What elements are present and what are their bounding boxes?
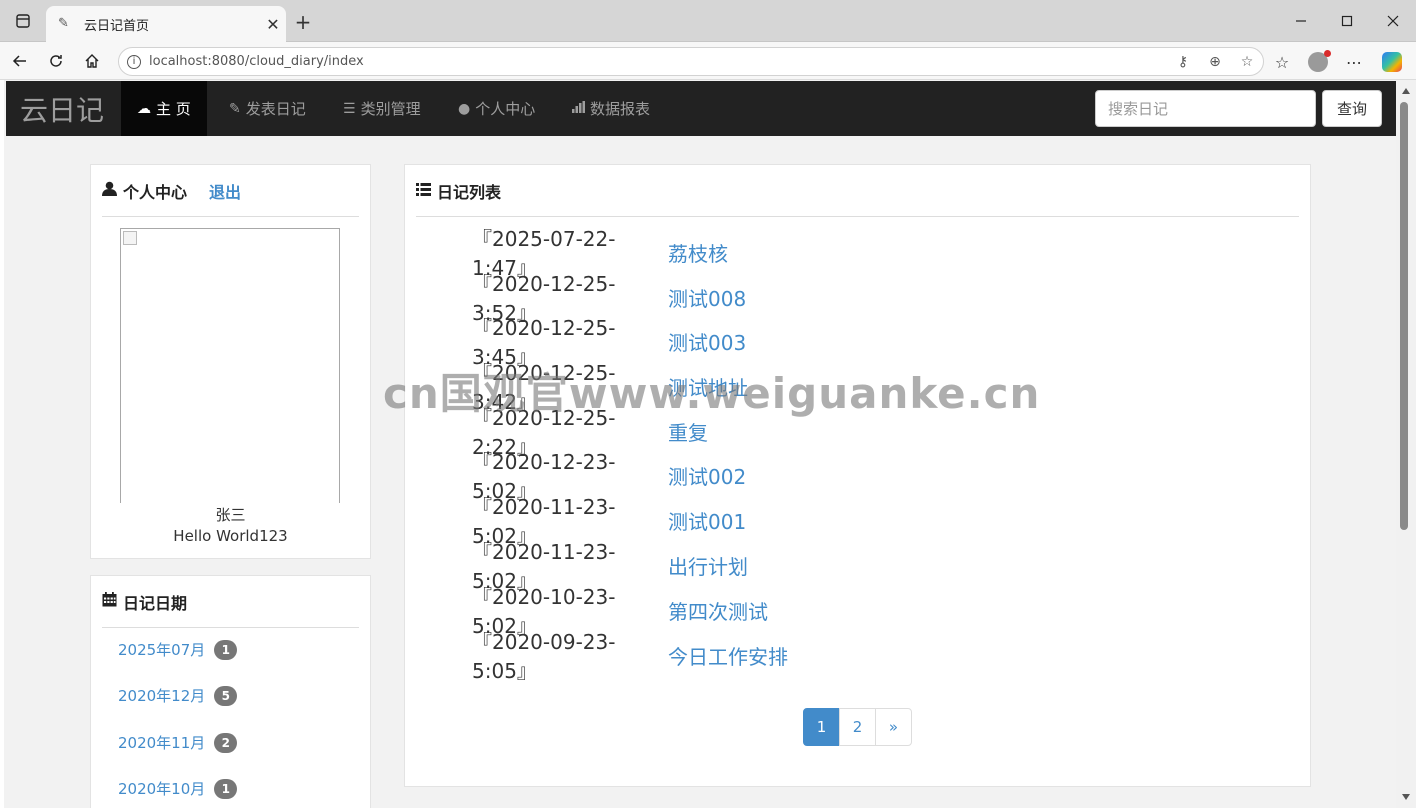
home-icon[interactable] [78, 47, 106, 75]
entry-title-link[interactable]: 测试002 [668, 461, 746, 490]
diary-entry: 『2020-11-23-5:02』 测试001 [472, 495, 746, 548]
address-bar[interactable]: i localhost:8080/cloud_diary/index ⚷ ⊕ ☆ [118, 47, 1264, 76]
entry-title-link[interactable]: 今日工作安排 [668, 641, 788, 670]
signal-icon [572, 100, 585, 117]
tab-actions-icon[interactable] [0, 0, 46, 42]
browser-tab[interactable]: ✎ 云日记首页 ✕ [46, 6, 286, 42]
search-button[interactable]: 查询 [1322, 90, 1382, 127]
scroll-up-icon[interactable] [1402, 88, 1410, 94]
list-icon [416, 182, 431, 200]
close-window-icon[interactable] [1370, 0, 1416, 42]
maximize-icon[interactable] [1324, 0, 1370, 42]
search-input[interactable] [1095, 90, 1316, 127]
diary-list-panel: 日记列表 『2025-07-22-1:47』 荔枝核 『2020-12-25-3… [404, 164, 1311, 787]
diary-entry: 『2020-12-23-5:02』 测试002 [472, 450, 746, 503]
nav-category[interactable]: ☰ 类别管理 [327, 81, 437, 136]
calendar-icon [102, 592, 117, 611]
list-icon: ☰ [343, 100, 356, 117]
profile-avatar-icon[interactable] [1304, 48, 1332, 76]
date-label[interactable]: 2025年07月 [118, 639, 205, 660]
site-info-icon[interactable]: i [119, 54, 149, 69]
nav-report[interactable]: 数据报表 [556, 81, 666, 136]
entry-title-link[interactable]: 荔枝核 [668, 238, 728, 267]
pencil-icon: ✎ [229, 100, 241, 117]
user-name: 张三 [215, 506, 246, 524]
favorites-icon[interactable]: ☆ [1268, 48, 1296, 76]
browser-tab-bar: ✎ 云日记首页 ✕ + [0, 0, 1416, 42]
nav-label: 数据报表 [590, 100, 651, 118]
user-icon: ● [458, 100, 471, 117]
entry-title-link[interactable]: 测试003 [668, 327, 746, 356]
broken-image-icon [123, 231, 137, 245]
watermark: cn国观官www.weiguanke.cn [383, 369, 1041, 418]
page-2-button[interactable]: 2 [839, 708, 876, 746]
page-1-button[interactable]: 1 [803, 708, 840, 746]
count-badge: 5 [214, 685, 238, 706]
nav-label: 类别管理 [360, 100, 421, 118]
panel-title: 个人中心 [123, 182, 188, 202]
diary-entry: 『2020-10-23-5:02』 第四次测试 [472, 585, 768, 638]
page-scrollbar[interactable] [1396, 80, 1416, 808]
zoom-icon[interactable]: ⊕ [1199, 54, 1231, 70]
brand-logo[interactable]: 云日记 [20, 89, 104, 129]
date-label[interactable]: 2020年11月 [118, 732, 205, 753]
nav-write-diary[interactable]: ✎ 发表日记 [213, 81, 322, 136]
browser-toolbar: i localhost:8080/cloud_diary/index ⚷ ⊕ ☆… [0, 42, 1416, 80]
date-item[interactable]: 2020年10月 1 [118, 778, 238, 799]
scroll-down-icon[interactable] [1402, 794, 1410, 800]
nav-label: 主 页 [156, 100, 191, 118]
diary-entry: 『2025-07-22-1:47』 荔枝核 [472, 227, 728, 280]
panel-title: 日记日期 [123, 593, 188, 613]
entry-title-link[interactable]: 测试008 [668, 283, 746, 312]
diary-entry: 『2020-11-23-5:02』 出行计划 [472, 540, 748, 593]
cloud-icon: ☁ [137, 100, 151, 117]
url-text[interactable]: localhost:8080/cloud_diary/index [149, 54, 1167, 69]
date-item[interactable]: 2025年07月 1 [118, 639, 238, 660]
reload-icon[interactable] [42, 47, 70, 75]
diary-entry: 『2020-12-25-3:45』 测试003 [472, 316, 746, 369]
minimize-icon[interactable] [1278, 0, 1324, 42]
key-icon[interactable]: ⚷ [1167, 54, 1199, 70]
favorite-star-icon[interactable]: ☆ [1231, 54, 1263, 70]
tab-title: 云日记首页 [84, 18, 150, 34]
logout-link[interactable]: 退出 [209, 179, 241, 203]
entry-title-link[interactable]: 出行计划 [668, 551, 748, 580]
diary-entry: 『2020-12-25-3:52』 测试008 [472, 272, 746, 325]
nav-profile[interactable]: ● 个人中心 [442, 81, 551, 136]
date-label[interactable]: 2020年10月 [118, 778, 205, 799]
back-icon[interactable] [6, 47, 34, 75]
entry-date: 『2020-09-23-5:05』 [472, 630, 616, 683]
next-page-button[interactable]: » [875, 708, 912, 746]
user-icon [102, 181, 117, 200]
count-badge: 1 [214, 778, 238, 799]
nav-home[interactable]: ☁ 主 页 [121, 81, 207, 136]
pagination: 1 2 » [803, 708, 912, 746]
dates-panel-header: 日记日期 [102, 576, 359, 628]
page-viewport: 云日记 ☁ 主 页 ✎ 发表日记 ☰ 类别管理 ● 个人中心 数据报表 查询 [4, 80, 1396, 808]
nav-label: 个人中心 [475, 100, 536, 118]
date-label[interactable]: 2020年12月 [118, 685, 205, 706]
copilot-icon[interactable] [1378, 48, 1406, 76]
site-navbar: 云日记 ☁ 主 页 ✎ 发表日记 ☰ 类别管理 ● 个人中心 数据报表 查询 [6, 81, 1396, 136]
more-menu-icon[interactable]: ⋯ [1340, 48, 1368, 76]
diary-dates-panel: 日记日期 2025年07月 1 2020年12月 5 2020年11月 2 20… [90, 575, 371, 808]
count-badge: 1 [214, 639, 238, 660]
entry-title-link[interactable]: 第四次测试 [668, 596, 768, 625]
profile-panel: 个人中心 退出 张三 Hello World123 [90, 164, 371, 559]
count-badge: 2 [214, 732, 238, 753]
user-signature: Hello World123 [173, 527, 288, 545]
date-item[interactable]: 2020年11月 2 [118, 732, 238, 753]
new-tab-icon[interactable]: + [290, 8, 316, 36]
nav-label: 发表日记 [245, 100, 306, 118]
diary-entry: 『2020-09-23-5:05』 今日工作安排 [472, 630, 788, 683]
favicon-icon: ✎ [58, 16, 69, 31]
diary-list-header: 日记列表 [416, 165, 1299, 217]
close-tab-icon[interactable]: ✕ [260, 15, 286, 34]
profile-panel-header: 个人中心 退出 [102, 165, 359, 217]
scroll-thumb[interactable] [1400, 102, 1408, 530]
entry-title-link[interactable]: 测试001 [668, 506, 746, 535]
avatar-image [120, 228, 340, 503]
panel-title: 日记列表 [437, 182, 502, 202]
date-item[interactable]: 2020年12月 5 [118, 685, 238, 706]
